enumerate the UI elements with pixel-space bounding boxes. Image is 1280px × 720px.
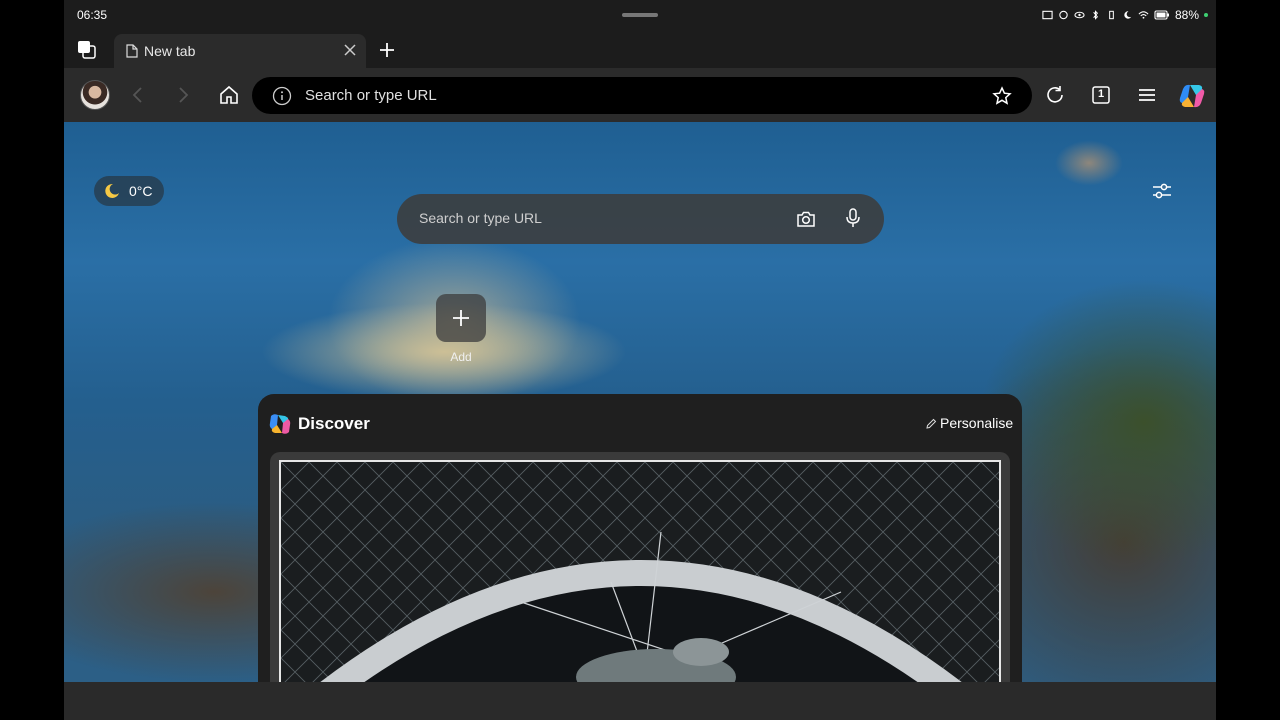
discover-logo-icon: [269, 414, 291, 434]
discover-panel: Discover Personalise: [258, 394, 1022, 682]
new-tab-button[interactable]: [377, 40, 397, 60]
tab-strip: New tab: [64, 30, 1216, 68]
background-image-bird: [1034, 128, 1144, 228]
status-time: 06:35: [77, 8, 108, 22]
search-box[interactable]: Search or type URL: [397, 194, 884, 244]
personalise-button[interactable]: Personalise: [940, 415, 1013, 431]
new-tab-page: 0°C Search or type URL Add Discover Pers…: [64, 122, 1216, 682]
address-bar[interactable]: Search or type URL: [252, 77, 1032, 114]
status-bar: 06:35 88%: [64, 0, 1216, 30]
battery-percent: 88%: [1174, 8, 1199, 22]
page-icon: [126, 44, 138, 58]
wifi-icon: [1138, 11, 1149, 19]
home-icon[interactable]: [218, 84, 240, 106]
news-card[interactable]: [270, 452, 1010, 682]
moon-icon: [105, 183, 119, 198]
bottom-bar: [64, 682, 1216, 720]
forward-icon[interactable]: [172, 84, 194, 106]
weather-widget[interactable]: 0°C: [94, 176, 164, 206]
microphone-icon[interactable]: [843, 207, 863, 229]
menu-icon[interactable]: [1136, 84, 1158, 106]
toolbar: Search or type URL 1: [64, 68, 1216, 122]
avatar[interactable]: [80, 80, 110, 110]
status-icons: 88%: [1042, 8, 1208, 22]
bluetooth-icon: [1093, 10, 1098, 20]
copilot-icon[interactable]: [1177, 81, 1207, 111]
back-icon[interactable]: [127, 84, 149, 106]
browser-window: 06:35 88% New tab Search or type URL 1 0…: [64, 0, 1216, 720]
add-shortcut-label: Add: [450, 350, 472, 364]
add-shortcut-button[interactable]: [436, 294, 486, 342]
page-settings-icon[interactable]: [1151, 180, 1173, 202]
discover-title: Discover: [298, 414, 370, 433]
satellite-illustration: [281, 462, 999, 682]
moon-status-icon: [1124, 11, 1132, 19]
battery-icon: [1154, 10, 1169, 20]
pencil-icon[interactable]: [926, 418, 937, 429]
tab-title: New tab: [144, 43, 196, 59]
info-icon[interactable]: [272, 86, 292, 106]
star-icon[interactable]: [992, 86, 1012, 106]
refresh-icon[interactable]: [1044, 84, 1066, 106]
weather-temperature: 0°C: [129, 183, 153, 199]
tab-new-tab[interactable]: New tab: [114, 34, 366, 68]
speed-icon: [1059, 10, 1068, 20]
tab-switcher-icon[interactable]: [76, 39, 98, 61]
cast-icon: [1042, 10, 1053, 20]
tab-count: 1: [1097, 88, 1105, 100]
news-card-image[interactable]: [279, 460, 1001, 682]
close-icon[interactable]: [342, 42, 358, 58]
tab-count-button[interactable]: 1: [1090, 84, 1112, 106]
drag-handle[interactable]: [622, 13, 658, 17]
eye-icon: [1074, 11, 1085, 19]
address-input[interactable]: Search or type URL: [305, 87, 437, 104]
search-input[interactable]: Search or type URL: [419, 210, 542, 226]
plus-icon: [453, 310, 469, 326]
camera-icon[interactable]: [795, 208, 817, 230]
battery-dot: [1204, 13, 1208, 17]
vibrate-icon: [1109, 10, 1114, 20]
